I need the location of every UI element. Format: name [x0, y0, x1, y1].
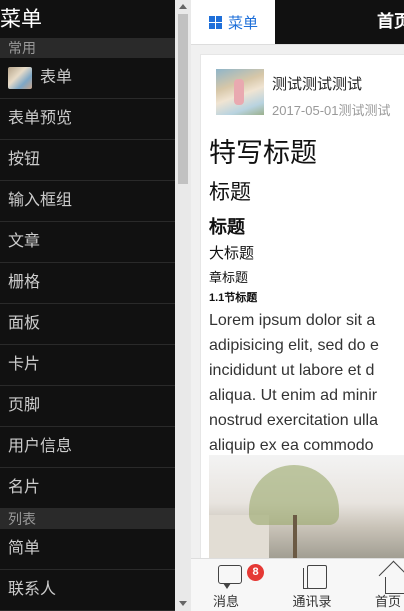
- scroll-up-arrow-icon[interactable]: [179, 4, 187, 9]
- article-header: 测试测试测试 2017-05-01测试测试: [216, 69, 391, 119]
- tab-home[interactable]: 首页: [363, 559, 404, 611]
- main-content: 菜单 首页 测试测试测试 2017-05-01测试测试 特写标题 标题 标题 大…: [191, 0, 404, 611]
- sidebar-item-footer[interactable]: 页脚: [0, 386, 175, 427]
- article-meta: 2017-05-01测试测试: [272, 103, 391, 118]
- sidebar-item-article[interactable]: 文章: [0, 222, 175, 263]
- tab-contacts[interactable]: 通讯录: [277, 559, 347, 611]
- sidebar: 菜单 常用 表单 表单预览 按钮 输入框组 文章 栅格 面板 卡片 页脚 用户信…: [0, 0, 175, 611]
- menu-button[interactable]: 菜单: [191, 0, 275, 44]
- sidebar-item-panel[interactable]: 面板: [0, 304, 175, 345]
- author-name: 测试测试测试: [272, 76, 363, 93]
- article-card: 测试测试测试 2017-05-01测试测试 特写标题 标题 标题 大标题 章标题…: [200, 54, 404, 566]
- heading-2: 标题: [209, 180, 251, 204]
- tab-label: 通讯录: [292, 594, 332, 609]
- sidebar-item-user-info[interactable]: 用户信息: [0, 427, 175, 468]
- sidebar-item-grid[interactable]: 栅格: [0, 263, 175, 304]
- scroll-down-arrow-icon[interactable]: [179, 601, 187, 606]
- sidebar-item-card[interactable]: 卡片: [0, 345, 175, 386]
- heading-3: 标题: [209, 217, 245, 238]
- sidebar-item-form-preview[interactable]: 表单预览: [0, 99, 175, 140]
- bottom-tab-bar: 8 消息 通讯录 首页: [191, 558, 404, 611]
- heading-4: 大标题: [209, 245, 255, 262]
- message-count-badge: 8: [247, 564, 264, 581]
- sidebar-item-contacts[interactable]: 联系人: [0, 570, 175, 611]
- sidebar-item-buttons[interactable]: 按钮: [0, 140, 175, 181]
- grid-icon: [209, 15, 222, 29]
- sidebar-scrollbar[interactable]: [175, 0, 191, 611]
- form-thumbnail-icon: [8, 67, 32, 89]
- sidebar-group-common: 常用: [0, 38, 175, 58]
- avatar: [216, 69, 264, 115]
- sidebar-item-form[interactable]: 表单: [0, 58, 175, 99]
- heading-featured: 特写标题: [209, 138, 317, 169]
- sidebar-group-list: 列表: [0, 509, 175, 529]
- sidebar-item-business-card[interactable]: 名片: [0, 468, 175, 509]
- heading-5: 章标题: [209, 270, 249, 285]
- scrollbar-thumb[interactable]: [178, 14, 188, 184]
- tab-label: 首页: [375, 594, 402, 609]
- tab-label: 消息: [212, 594, 239, 609]
- menu-button-label: 菜单: [228, 14, 259, 32]
- page-title: 首页: [275, 0, 404, 44]
- sidebar-title: 菜单: [0, 7, 42, 31]
- tab-messages[interactable]: 8 消息: [191, 559, 264, 611]
- sidebar-item-input-group[interactable]: 输入框组: [0, 181, 175, 222]
- heading-6: 1.1节标题: [209, 292, 258, 304]
- top-bar: 菜单 首页: [191, 0, 404, 45]
- sidebar-item-simple[interactable]: 简单: [0, 529, 175, 570]
- sidebar-item-label: 表单: [40, 69, 73, 86]
- article-photo: [209, 455, 404, 565]
- article-paragraph: Lorem ipsum dolor sit a adipisicing elit…: [209, 312, 379, 454]
